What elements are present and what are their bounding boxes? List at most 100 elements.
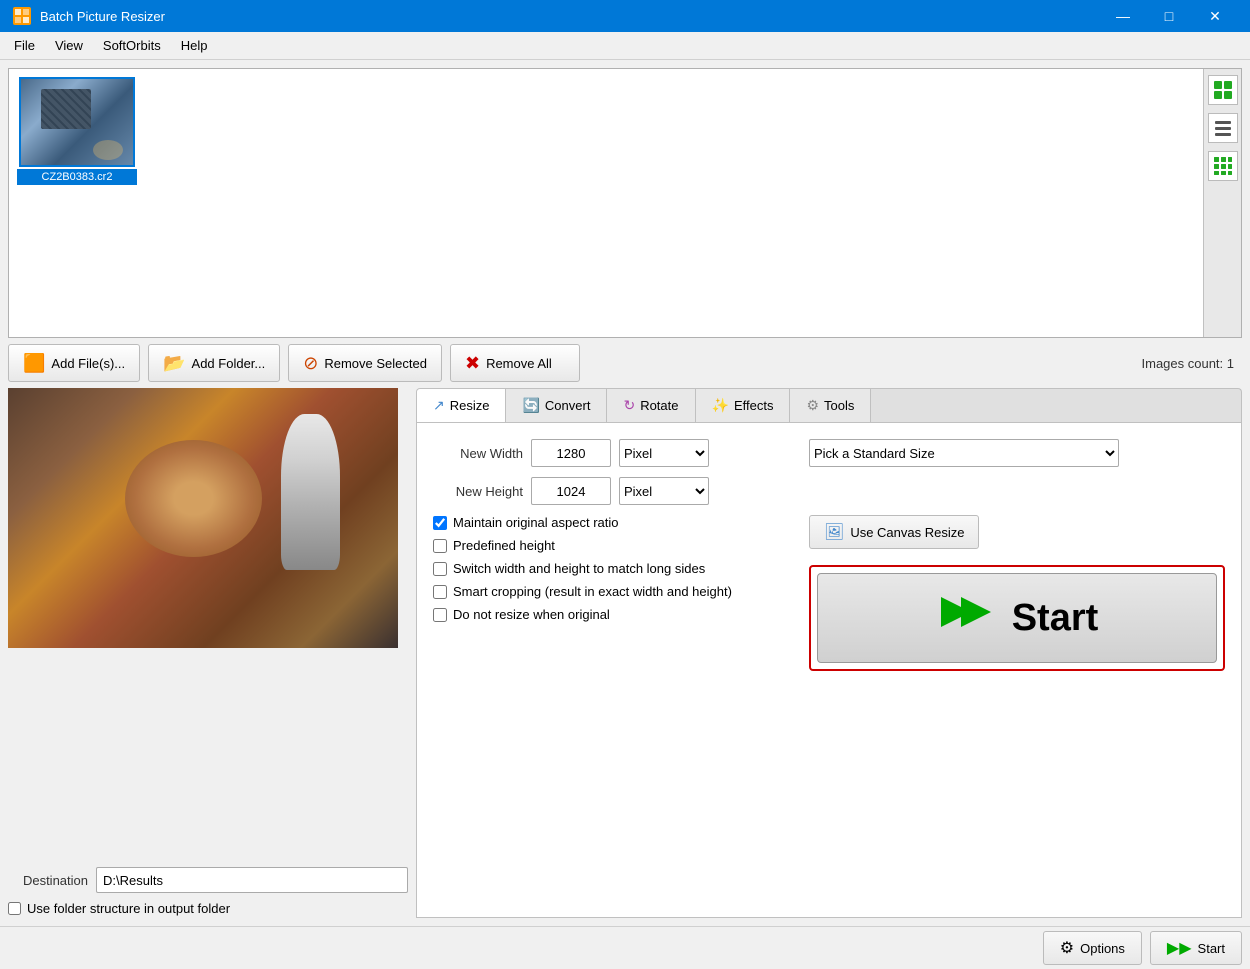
new-width-row: New Width Pixel Percent Centimeter Inch — [433, 439, 793, 467]
effects-tab-label: Effects — [734, 398, 774, 413]
bottom-section: Destination Use folder structure in outp… — [8, 388, 1242, 918]
start-small-button[interactable]: ▶▶ Start — [1150, 931, 1242, 965]
start-arrow-icon — [936, 587, 996, 649]
list-item[interactable]: CZ2B0383.cr2 — [17, 77, 137, 185]
folder-structure-label: Use folder structure in output folder — [27, 901, 230, 916]
tools-tab-icon: ⚙ — [806, 397, 819, 414]
add-folder-label: Add Folder... — [192, 356, 266, 371]
view-thumbnail-button[interactable] — [1208, 75, 1238, 105]
maintain-aspect-checkbox[interactable] — [433, 516, 447, 530]
main-container: CZ2B0383.cr2 — [0, 60, 1250, 926]
smart-cropping-checkbox[interactable] — [433, 585, 447, 599]
width-unit-select[interactable]: Pixel Percent Centimeter Inch — [619, 439, 709, 467]
add-files-icon: 🟧 — [23, 353, 45, 374]
width-input[interactable] — [531, 439, 611, 467]
settings-left: New Width Pixel Percent Centimeter Inch — [433, 439, 793, 671]
maintain-aspect-row: Maintain original aspect ratio — [433, 515, 793, 530]
settings-panel: New Width Pixel Percent Centimeter Inch — [416, 422, 1242, 918]
titlebar: Batch Picture Resizer — □ ✕ — [0, 0, 1250, 32]
view-sidebar — [1203, 69, 1241, 337]
remove-all-label: Remove All — [486, 356, 552, 371]
view-list-button[interactable] — [1208, 113, 1238, 143]
maximize-button[interactable]: □ — [1146, 0, 1192, 32]
toolbar: 🟧 Add File(s)... 📂 Add Folder... ⊘ Remov… — [8, 338, 1242, 388]
menu-softorbits[interactable]: SoftOrbits — [93, 34, 171, 57]
switch-sides-row: Switch width and height to match long si… — [433, 561, 793, 576]
height-input[interactable] — [531, 477, 611, 505]
start-small-icon: ▶▶ — [1167, 938, 1192, 958]
destination-label: Destination — [8, 873, 88, 888]
smart-cropping-row: Smart cropping (result in exact width an… — [433, 584, 793, 599]
do-not-resize-row: Do not resize when original — [433, 607, 793, 622]
add-files-button[interactable]: 🟧 Add File(s)... — [8, 344, 140, 382]
add-folder-button[interactable]: 📂 Add Folder... — [148, 344, 280, 382]
remove-selected-icon: ⊘ — [303, 353, 318, 374]
remove-all-icon: ✖ — [465, 353, 480, 374]
tab-resize[interactable]: ↗ Resize — [417, 389, 506, 422]
new-width-label: New Width — [433, 446, 523, 461]
folder-structure-row: Use folder structure in output folder — [8, 899, 408, 918]
view-grid-button[interactable] — [1208, 151, 1238, 181]
window-controls: — □ ✕ — [1100, 0, 1238, 32]
standard-size-select[interactable]: Pick a Standard Size — [809, 439, 1119, 467]
remove-all-button[interactable]: ✖ Remove All — [450, 344, 580, 382]
menu-file[interactable]: File — [4, 34, 45, 57]
right-panel: ↗ Resize 🔄 Convert ↻ Rotate ✨ Effects ⚙ — [416, 388, 1242, 918]
remove-selected-button[interactable]: ⊘ Remove Selected — [288, 344, 442, 382]
close-button[interactable]: ✕ — [1192, 0, 1238, 32]
do-not-resize-checkbox[interactable] — [433, 608, 447, 622]
menu-view[interactable]: View — [45, 34, 93, 57]
minimize-button[interactable]: — — [1100, 0, 1146, 32]
convert-tab-label: Convert — [545, 398, 591, 413]
canvas-resize-button[interactable]: 🖼 Use Canvas Resize — [809, 515, 979, 549]
file-label: CZ2B0383.cr2 — [17, 169, 137, 185]
preview-image — [8, 388, 398, 648]
tab-effects[interactable]: ✨ Effects — [696, 389, 791, 422]
remove-selected-label: Remove Selected — [324, 356, 427, 371]
start-label: Start — [1012, 597, 1099, 640]
start-small-label: Start — [1198, 941, 1225, 956]
do-not-resize-label: Do not resize when original — [453, 607, 610, 622]
start-button[interactable]: Start — [817, 573, 1217, 663]
resize-tab-icon: ↗ — [433, 397, 445, 414]
settings-content: New Width Pixel Percent Centimeter Inch — [433, 439, 1225, 671]
canvas-resize-icon: 🖼 — [824, 522, 844, 542]
tab-tools[interactable]: ⚙ Tools — [790, 389, 871, 422]
start-button-area: Start — [809, 565, 1225, 671]
tab-convert[interactable]: 🔄 Convert — [506, 389, 607, 422]
left-preview: Destination Use folder structure in outp… — [8, 388, 408, 918]
new-height-label: New Height — [433, 484, 523, 499]
app-icon — [12, 6, 32, 26]
canvas-resize-label: Use Canvas Resize — [850, 525, 964, 540]
menubar: File View SoftOrbits Help — [0, 32, 1250, 60]
add-files-label: Add File(s)... — [51, 356, 125, 371]
maintain-aspect-label: Maintain original aspect ratio — [453, 515, 618, 530]
effects-tab-icon: ✨ — [712, 397, 729, 414]
switch-sides-checkbox[interactable] — [433, 562, 447, 576]
destination-input[interactable] — [96, 867, 408, 893]
cr2-thumbnail-image — [21, 79, 133, 165]
options-icon: ⚙ — [1060, 938, 1074, 958]
convert-tab-icon: 🔄 — [522, 397, 539, 414]
height-unit-select[interactable]: Pixel Percent Centimeter Inch — [619, 477, 709, 505]
file-thumbnail — [19, 77, 135, 167]
predefined-height-checkbox[interactable] — [433, 539, 447, 553]
menu-help[interactable]: Help — [171, 34, 218, 57]
tab-rotate[interactable]: ↻ Rotate — [607, 389, 695, 422]
predefined-height-row: Predefined height — [433, 538, 793, 553]
food-image — [8, 388, 398, 648]
rotate-tab-icon: ↻ — [623, 397, 635, 414]
settings-right: Pick a Standard Size 🖼 Use Canvas Resize — [809, 439, 1225, 671]
predefined-height-label: Predefined height — [453, 538, 555, 553]
checkboxes-section: Maintain original aspect ratio Predefine… — [433, 515, 793, 622]
options-button[interactable]: ⚙ Options — [1043, 931, 1142, 965]
folder-structure-checkbox[interactable] — [8, 902, 21, 915]
app-title: Batch Picture Resizer — [40, 9, 1100, 24]
add-folder-icon: 📂 — [163, 353, 185, 374]
switch-sides-label: Switch width and height to match long si… — [453, 561, 705, 576]
images-count: Images count: 1 — [1142, 356, 1243, 371]
new-height-row: New Height Pixel Percent Centimeter Inch — [433, 477, 793, 505]
bottom-bar: ⚙ Options ▶▶ Start — [0, 926, 1250, 969]
resize-tab-label: Resize — [450, 398, 490, 413]
smart-cropping-label: Smart cropping (result in exact width an… — [453, 584, 732, 599]
